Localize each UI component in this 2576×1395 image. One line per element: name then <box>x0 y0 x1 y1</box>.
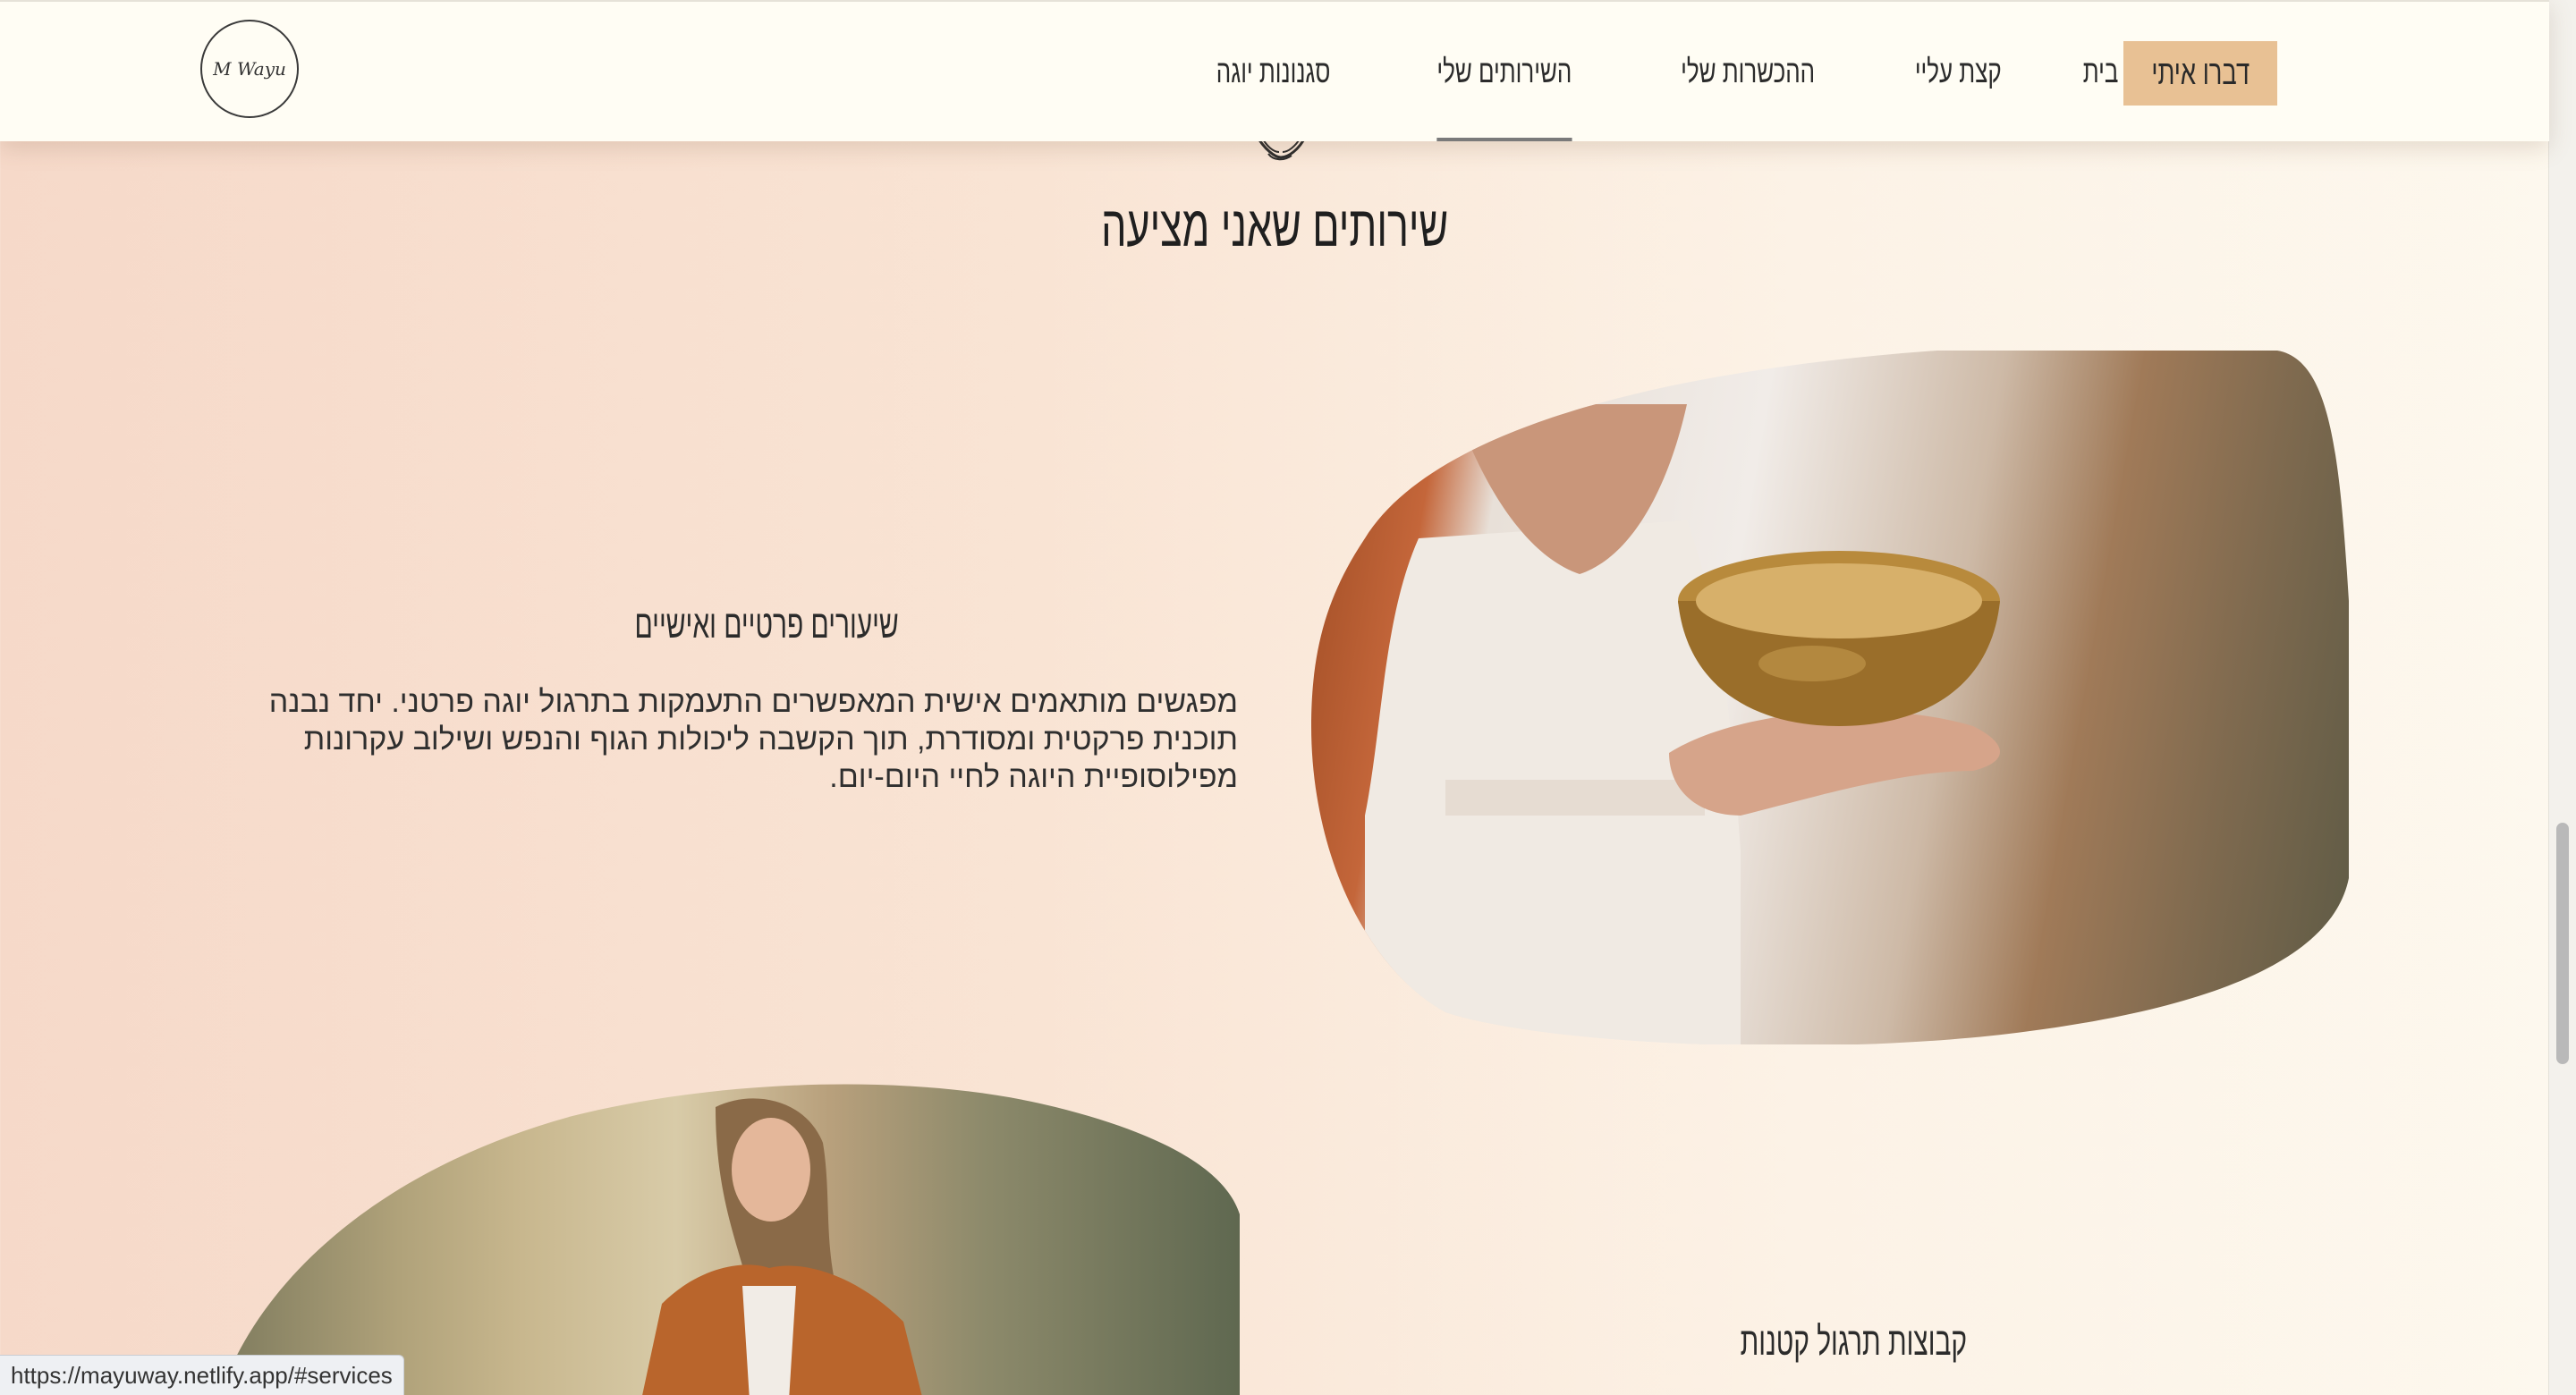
scrollbar[interactable] <box>2548 0 2576 1395</box>
status-bar-url: https://mayuway.netlify.app/#services <box>0 1355 404 1395</box>
contact-button-label: דברו איתי <box>2151 54 2250 92</box>
scrollbar-thumb[interactable] <box>2556 823 2569 1064</box>
nav-item-home[interactable]: בית <box>2083 2 2119 141</box>
site-header: M Wayu בית קצת עליי ההכשרות שלי השירותים… <box>0 0 2549 141</box>
section-title: שירותים שאני מציעה <box>0 193 2549 259</box>
service-photo-singing-bowl <box>1311 351 2349 1044</box>
nav-item-trainings[interactable]: ההכשרות שלי <box>1681 2 1815 141</box>
service-photo-meditation <box>215 1071 1240 1395</box>
main-nav: בית קצת עליי ההכשרות שלי השירותים שלי סג… <box>1194 2 2125 141</box>
meditation-illustration <box>215 1071 1240 1395</box>
nav-item-services[interactable]: השירותים שלי <box>1436 2 1572 141</box>
section-title-text: שירותים שאני מציעה <box>1100 194 1449 258</box>
singing-bowl-illustration <box>1311 351 2349 1044</box>
service-heading-small-groups: קבוצות תרגול קטנות <box>1687 1320 2021 1365</box>
contact-button[interactable]: דברו איתי <box>2123 41 2277 106</box>
service-heading-private-text: שיעורים פרטיים ואישיים <box>634 603 899 647</box>
nav-item-about[interactable]: קצת עליי <box>1915 2 2002 141</box>
logo[interactable]: M Wayu <box>200 20 299 118</box>
service-heading-small-groups-text: קבוצות תרגול קטנות <box>1740 1320 1968 1364</box>
logo-text: M Wayu <box>213 58 286 80</box>
nav-item-yoga-styles[interactable]: סגנונות יוגה <box>1216 2 1331 141</box>
service-heading-private: שיעורים פרטיים ואישיים <box>572 603 961 647</box>
service-description-private: מפגשים מותאמים אישית המאפשרים התעמקות בת… <box>268 685 1238 794</box>
